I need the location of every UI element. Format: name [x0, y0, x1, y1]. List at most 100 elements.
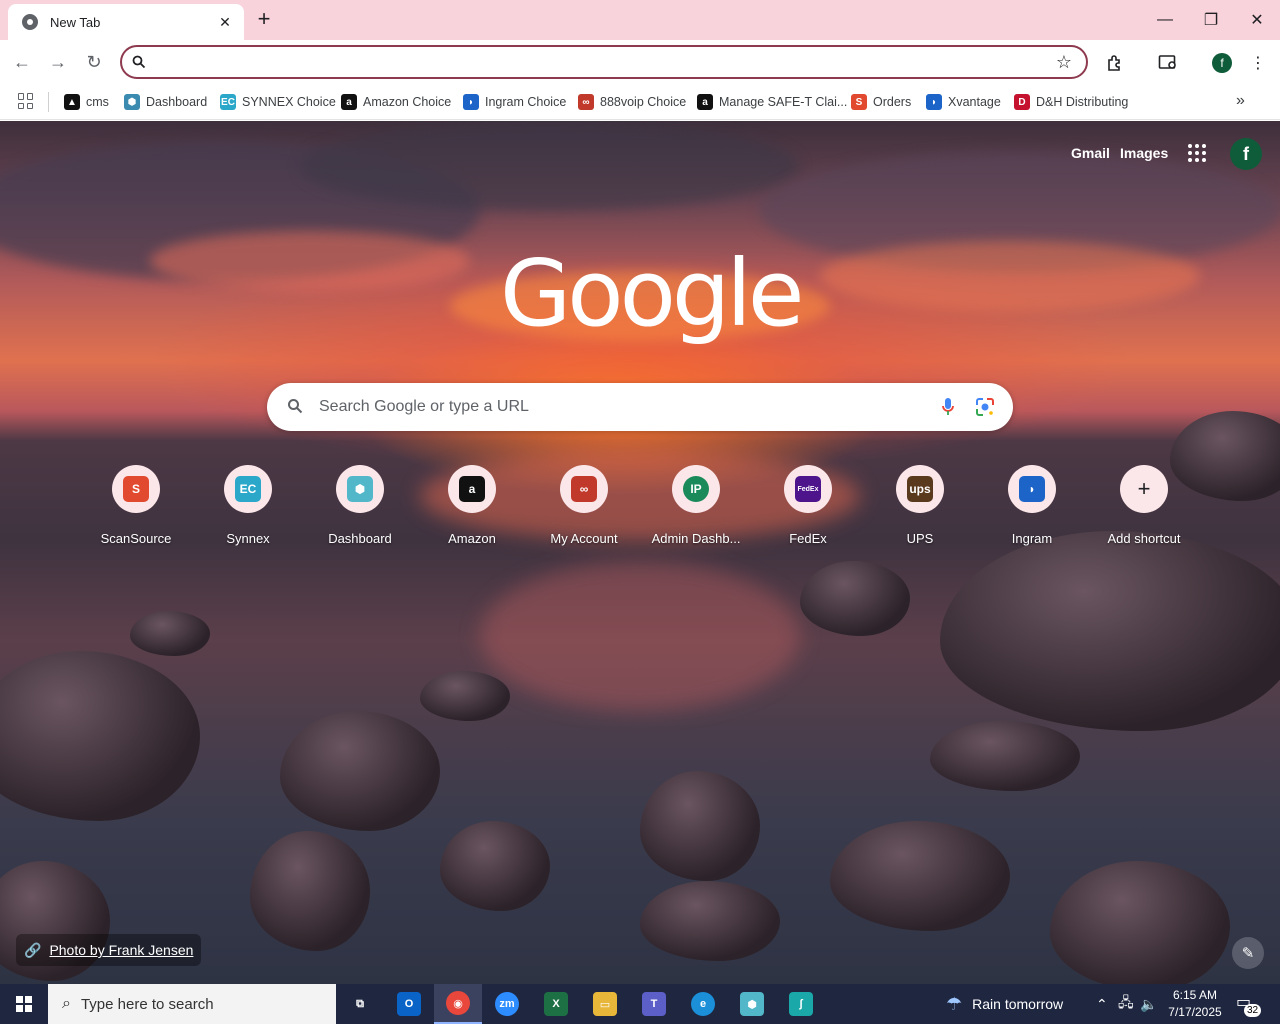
shortcut-label: Dashboard — [328, 531, 392, 546]
shortcut-tile[interactable]: + Add shortcut — [1088, 464, 1200, 550]
minimize-button[interactable]: — — [1142, 0, 1188, 40]
search-box[interactable] — [267, 383, 1013, 431]
shortcut-icon: IP — [672, 465, 720, 513]
date: 7/17/2025 — [1168, 1005, 1222, 1019]
edge-taskbar-icon[interactable]: e — [679, 984, 727, 1024]
zoom-icon: zm — [495, 992, 519, 1016]
bookmark-favicon-icon: ∞ — [578, 94, 594, 110]
file-explorer-icon: ▭ — [593, 992, 617, 1016]
search-input[interactable] — [319, 396, 919, 418]
shortcut-label: Ingram — [1011, 531, 1053, 546]
weather-widget[interactable]: ☂ Rain tomorrow — [946, 984, 1063, 1024]
address-bar[interactable]: ☆ — [120, 45, 1088, 79]
task-view-taskbar-icon[interactable]: ⧉ — [336, 984, 384, 1024]
scansource-app-taskbar-icon[interactable]: ʃ — [777, 984, 825, 1024]
photo-credit-link[interactable]: 🔗 Photo by Frank Jensen — [16, 934, 202, 966]
teams-taskbar-icon[interactable]: T — [630, 984, 678, 1024]
apps-icon[interactable] — [18, 93, 34, 109]
images-link[interactable]: Images — [1120, 145, 1168, 161]
show-hidden-icons-chevron-up-icon[interactable]: ⌃ — [1096, 984, 1108, 1024]
bookmark-item[interactable]: S Orders — [851, 92, 911, 112]
bookmark-item[interactable]: ▲ cms — [64, 92, 109, 112]
restore-button[interactable]: ❐ — [1188, 0, 1234, 40]
photo-credit-text: Photo by Frank Jensen — [49, 942, 194, 958]
outlook-taskbar-icon[interactable]: O — [385, 984, 433, 1024]
bookmark-label: 888voip Choice — [600, 95, 687, 109]
tab-search-icon[interactable] — [1157, 52, 1179, 74]
bookmark-item[interactable]: ◗ Xvantage — [926, 92, 1001, 112]
taskbar-search[interactable]: ⌕ Type here to search — [48, 984, 336, 1024]
title-bar: New Tab ✕ + — ❐ ✕ — [0, 0, 1280, 40]
shortcut-icon: + — [1120, 465, 1168, 513]
shortcut-tile[interactable]: IP Admin Dashb... — [640, 464, 752, 550]
excel-taskbar-icon[interactable]: X — [532, 984, 580, 1024]
extensions-icon[interactable] — [1104, 52, 1126, 74]
bookmark-item[interactable]: ∞ 888voip Choice — [578, 92, 686, 112]
shortcut-tile[interactable]: EC Synnex — [192, 464, 304, 550]
shortcut-favicon-icon: ups — [907, 476, 933, 502]
shortcut-label: Amazon — [448, 531, 496, 546]
notifications-icon[interactable]: ▭ 32 — [1236, 992, 1262, 1017]
shortcut-tile[interactable]: FedEx FedEx — [752, 464, 864, 550]
start-button[interactable] — [0, 984, 48, 1024]
weather-text: Rain tomorrow — [972, 996, 1064, 1012]
bookmark-item[interactable]: a Amazon Choice — [341, 92, 451, 112]
bookmark-star-icon[interactable]: ☆ — [1056, 52, 1072, 73]
bookmark-item[interactable]: ⬢ Dashboard — [124, 92, 207, 112]
bookmark-label: Amazon Choice — [363, 95, 452, 109]
window-close-button[interactable]: ✕ — [1234, 0, 1280, 40]
account-avatar[interactable]: f — [1230, 138, 1262, 170]
shortcut-icon: ups — [896, 465, 944, 513]
google-apps-icon[interactable] — [1188, 144, 1206, 162]
shortcut-tile[interactable]: ∞ My Account — [528, 464, 640, 550]
shortcut-icon: FedEx — [784, 465, 832, 513]
reload-icon[interactable]: ↻ — [82, 50, 106, 74]
shortcut-label: Admin Dashb... — [651, 531, 741, 546]
profile-avatar[interactable]: f — [1212, 53, 1232, 73]
dashboard-app-taskbar-icon[interactable]: ⬢ — [728, 984, 776, 1024]
shortcut-favicon-icon: S — [123, 476, 149, 502]
address-input[interactable] — [156, 51, 1036, 73]
clock[interactable]: 6:15 AM 7/17/2025 — [1164, 987, 1226, 1021]
time: 6:15 AM — [1172, 988, 1218, 1002]
shortcut-favicon-icon: EC — [235, 476, 261, 502]
search-icon — [132, 55, 146, 69]
shortcut-icon: EC — [224, 465, 272, 513]
shortcut-label: Synnex — [226, 531, 270, 546]
gmail-link[interactable]: Gmail — [1071, 145, 1110, 161]
task-view-icon: ⧉ — [348, 992, 372, 1016]
chrome-taskbar-icon[interactable]: ◉ — [434, 984, 482, 1024]
network-icon[interactable]: 🖧 — [1118, 984, 1134, 1024]
forward-icon[interactable]: → — [46, 50, 70, 74]
new-tab-button[interactable]: + — [254, 8, 274, 32]
bookmark-item[interactable]: EC SYNNEX Choice — [220, 92, 336, 112]
shortcut-tile[interactable]: ◗ Ingram — [976, 464, 1088, 550]
microphone-icon[interactable] — [940, 397, 956, 417]
bookmark-label: Ingram Choice — [485, 95, 567, 109]
teams-icon: T — [642, 992, 666, 1016]
bookmark-favicon-icon: ⬢ — [124, 94, 140, 110]
close-icon[interactable]: ✕ — [216, 14, 234, 31]
bookmark-favicon-icon: S — [851, 94, 867, 110]
zoom-taskbar-icon[interactable]: zm — [483, 984, 531, 1024]
shortcut-tile[interactable]: S ScanSource — [80, 464, 192, 550]
shortcut-tile[interactable]: a Amazon — [416, 464, 528, 550]
bookmark-label: cms — [86, 95, 109, 109]
bookmark-label: Orders — [873, 95, 912, 109]
back-icon[interactable]: ← — [10, 50, 34, 74]
bookmark-item[interactable]: a Manage SAFE-T Clai... — [697, 92, 847, 112]
bookmark-item[interactable]: ◗ Ingram Choice — [463, 92, 566, 112]
bookmark-favicon-icon: ◗ — [926, 94, 942, 110]
chevron-double-right-icon[interactable]: » — [1236, 92, 1245, 110]
menu-icon[interactable]: ⋮ — [1247, 52, 1269, 74]
customize-pencil-icon[interactable]: ✎ — [1232, 937, 1264, 969]
volume-icon[interactable]: 🔈 — [1140, 984, 1157, 1024]
google-lens-icon[interactable] — [975, 397, 995, 417]
shortcut-label: FedEx — [789, 531, 827, 546]
shortcut-tile[interactable]: ups UPS — [864, 464, 976, 550]
file-explorer-taskbar-icon[interactable]: ▭ — [581, 984, 629, 1024]
shortcut-favicon-icon: a — [459, 476, 485, 502]
bookmark-item[interactable]: D D&H Distributing — [1014, 92, 1128, 112]
tab-new-tab[interactable]: New Tab ✕ — [8, 4, 244, 40]
shortcut-tile[interactable]: ⬢ Dashboard — [304, 464, 416, 550]
